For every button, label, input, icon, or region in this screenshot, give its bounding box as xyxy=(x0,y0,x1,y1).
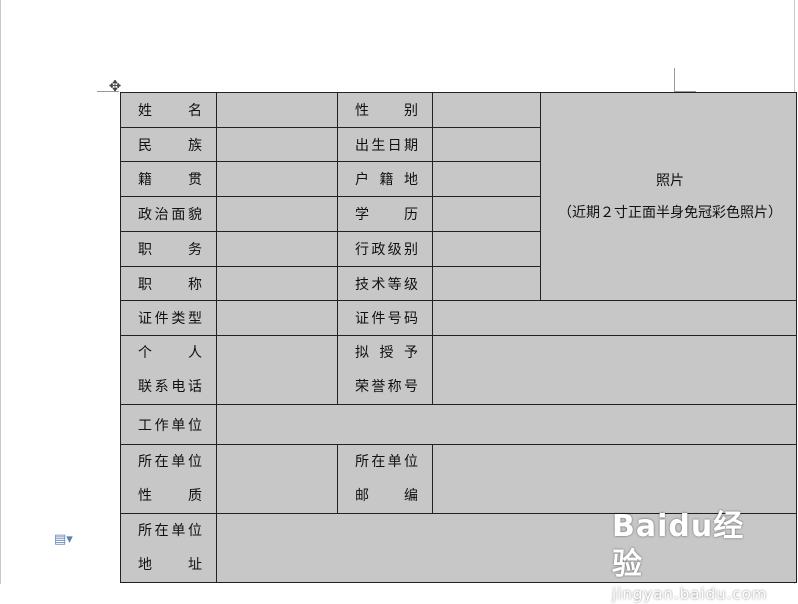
id-number-label: 证件号码 xyxy=(355,311,418,327)
tech-grade-label-cell: 技术等级 xyxy=(337,266,433,301)
photo-note: （近期２寸正面半身免冠彩色照片） xyxy=(558,204,782,221)
phone-field[interactable] xyxy=(216,335,338,405)
id-type-label-cell: 证件类型 xyxy=(120,300,217,336)
id-number-field[interactable] xyxy=(432,300,797,336)
form-row-contact: 个人 联系电话 拟授予 荣誉称号 xyxy=(120,335,797,405)
form-row-workplace: 工作单位 xyxy=(120,404,797,445)
nature-label: 性质 xyxy=(138,488,202,504)
baidu-watermark: Baidu经验 jingyan.baidu.com xyxy=(612,508,772,603)
id-type-label: 证件类型 xyxy=(138,311,202,327)
contact-label-cell: 个人 联系电话 xyxy=(120,335,217,405)
postcode-field[interactable] xyxy=(432,444,797,514)
honor-label-cell: 拟授予 荣誉称号 xyxy=(337,335,433,405)
name-field[interactable] xyxy=(216,92,338,128)
postcode-label: 邮编 xyxy=(355,488,418,504)
education-label-cell: 学历 xyxy=(337,196,433,232)
watermark-url: jingyan.baidu.com xyxy=(612,585,768,603)
name-label: 姓名 xyxy=(138,103,202,119)
gender-label-cell: 性别 xyxy=(337,92,433,128)
photo-cell[interactable]: 照片 （近期２寸正面半身免冠彩色照片） xyxy=(540,92,797,301)
birthdate-label-cell: 出生日期 xyxy=(337,127,433,162)
admin-level-label: 行政级别 xyxy=(355,242,418,258)
title-label: 职称 xyxy=(138,276,202,293)
form-row-id: 证件类型 证件号码 xyxy=(120,300,797,336)
ethnicity-label: 民族 xyxy=(138,137,202,154)
position-label-cell: 职务 xyxy=(120,231,217,267)
address-label-cell: 所在单位 地址 xyxy=(120,513,217,583)
document-icon: ▤▾ xyxy=(54,532,73,547)
unit-label-b: 所在单位 xyxy=(355,454,418,470)
household-label-cell: 户籍地 xyxy=(337,161,433,197)
unit-nature-label-cell: 所在单位 性质 xyxy=(120,444,217,514)
political-label: 政治面貌 xyxy=(138,207,202,223)
paste-options-button[interactable]: ▤▾ xyxy=(54,532,76,548)
position-field[interactable] xyxy=(216,231,338,267)
postcode-label-cell: 所在单位 邮编 xyxy=(337,444,433,514)
ethnicity-field[interactable] xyxy=(216,127,338,162)
id-type-field[interactable] xyxy=(216,300,338,336)
crop-mark-top-right-v xyxy=(674,68,675,91)
tech-grade-label: 技术等级 xyxy=(355,276,418,293)
workplace-label-cell: 工作单位 xyxy=(120,404,217,445)
name-label-cell: 姓名 xyxy=(120,92,217,128)
honor-field[interactable] xyxy=(432,335,797,405)
unit-label-c: 所在单位 xyxy=(138,523,202,539)
education-field[interactable] xyxy=(432,196,541,232)
ethnicity-label-cell: 民族 xyxy=(120,127,217,162)
native-place-label: 籍贯 xyxy=(138,172,202,188)
form-row-name: 姓名 性别 照片 （近期２寸正面半身免冠彩色照片） xyxy=(120,92,797,301)
title-label-cell: 职称 xyxy=(120,266,217,301)
household-field[interactable] xyxy=(432,161,541,197)
education-label: 学历 xyxy=(355,207,418,223)
birthdate-field[interactable] xyxy=(432,127,541,162)
tech-grade-field[interactable] xyxy=(432,266,541,301)
admin-level-field[interactable] xyxy=(432,231,541,267)
gender-field[interactable] xyxy=(432,92,541,128)
watermark-brand: Baidu经验 xyxy=(612,509,745,582)
native-place-field[interactable] xyxy=(216,161,338,197)
page-edge-left xyxy=(0,0,1,584)
birthdate-label: 出生日期 xyxy=(355,137,418,154)
personal-label: 个人 xyxy=(138,345,202,361)
workplace-field[interactable] xyxy=(216,404,797,445)
proposed-label: 拟授予 xyxy=(355,345,418,361)
political-label-cell: 政治面貌 xyxy=(120,196,217,232)
title-field[interactable] xyxy=(216,266,338,301)
gender-label: 性别 xyxy=(355,103,418,119)
household-label: 户籍地 xyxy=(355,172,418,188)
unit-nature-field[interactable] xyxy=(216,444,338,514)
unit-label-a: 所在单位 xyxy=(138,454,202,470)
admin-level-label-cell: 行政级别 xyxy=(337,231,433,267)
id-number-label-cell: 证件号码 xyxy=(337,300,433,336)
address-label: 地址 xyxy=(138,557,202,573)
workplace-label: 工作单位 xyxy=(138,417,202,434)
phone-label: 联系电话 xyxy=(138,379,202,395)
native-place-label-cell: 籍贯 xyxy=(120,161,217,197)
honor-label: 荣誉称号 xyxy=(355,379,418,395)
political-field[interactable] xyxy=(216,196,338,232)
form-row-unit-nature: 所在单位 性质 所在单位 邮编 xyxy=(120,444,797,514)
photo-title: 照片 xyxy=(656,172,684,189)
position-label: 职务 xyxy=(138,242,202,258)
